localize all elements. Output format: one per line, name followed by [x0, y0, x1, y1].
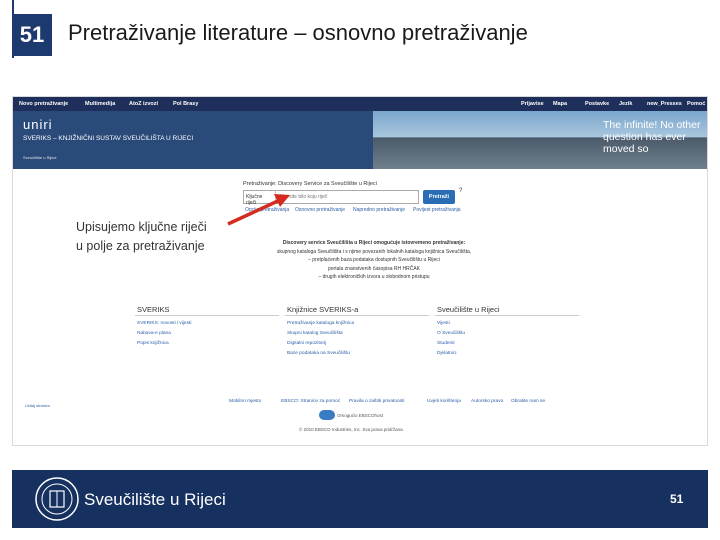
column-link[interactable]: Studenti	[437, 341, 455, 346]
basic-search-link[interactable]: Osnovno pretraživanje	[295, 207, 345, 213]
column-title-university: Sveučilište u Rijeci	[437, 305, 500, 314]
description-line: Discovery service Sveučilišta u Rijeci o…	[282, 240, 466, 246]
banner-slogan: The infinite! No other question has ever…	[603, 119, 701, 155]
footer-link[interactable]: Mobilno mjesto	[229, 399, 261, 404]
help-icon[interactable]: ?	[459, 188, 462, 194]
column-divider	[135, 315, 279, 316]
nav-new-presses[interactable]: new_Presses	[647, 101, 682, 107]
column-title-libraries: Knjižnice SVERIKS-a	[287, 305, 359, 314]
slide-number: 51	[12, 14, 52, 56]
footer-link[interactable]: Pravila o zaštiti privatnosti	[349, 399, 404, 404]
browser-screenshot: Novo pretraživanje Multimedija AtoZ izvo…	[12, 96, 708, 446]
annotation-line: Upisujemo ključne riječi	[76, 220, 207, 234]
description-line: portala znanstvenih časopisa RH HRČAK	[328, 265, 420, 272]
nav-new-search[interactable]: Novo pretraživanje	[19, 101, 68, 107]
reload-link[interactable]: Učitaj stranicu	[25, 403, 50, 408]
footer-link[interactable]: EBSCO: Stranice za pomoć	[281, 399, 340, 404]
column-link[interactable]: Digitalni repozitorij	[287, 341, 326, 346]
search-button[interactable]: Pretraži	[423, 190, 455, 204]
banner-title: SVERIKS – KNJIŽNIČNI SUSTAV SVEUČILIŠTA …	[23, 135, 194, 142]
description-block: Discovery service Sveučilišta u Rijeci o…	[239, 239, 509, 282]
university-seal-icon	[35, 477, 79, 521]
column-link[interactable]: Popis knjižnica	[137, 341, 169, 346]
page-number: 51	[670, 492, 684, 506]
annotation-callout: Upisujemo ključne riječi u polje za pret…	[76, 218, 246, 256]
copyright-text: © 2010 EBSCO Industries, Inc. Sva prava …	[299, 427, 404, 432]
footer-link[interactable]: Autorsko pravo	[471, 399, 503, 404]
banner-small-text: Sveučilište u Rijeci	[23, 155, 57, 160]
footer-bar: Sveučilište u Rijeci 51	[12, 470, 708, 528]
description-line: skupnog kataloga Sveučilišta i s njime p…	[276, 248, 472, 255]
column-link[interactable]: Pretraživanje kataloga knjižnica	[287, 321, 354, 326]
column-link[interactable]: Skupni katalog Sveučilišta	[287, 331, 343, 336]
column-title-sveriks: SVERIKS	[137, 305, 170, 314]
footer-link[interactable]: Uvjeti korištenja	[427, 399, 461, 404]
uniri-logo: uniri	[23, 117, 53, 132]
column-link[interactable]: O Sveučilištu	[437, 331, 465, 336]
slide-title: Pretraživanje literature – osnovno pretr…	[68, 20, 528, 45]
nav-pol-brasy[interactable]: Pol Brasy	[173, 101, 198, 107]
search-input[interactable]	[278, 191, 416, 203]
column-link[interactable]: Djelatnici	[437, 351, 456, 356]
top-navigation-bar: Novo pretraživanje Multimedija AtoZ izvo…	[13, 97, 707, 111]
nav-sign-in[interactable]: Prijavise	[521, 101, 544, 107]
column-link[interactable]: Baze podataka na Sveučilištu	[287, 351, 350, 356]
column-link[interactable]: Vijesti	[437, 321, 450, 326]
nav-language[interactable]: Jezik	[619, 101, 632, 107]
nav-folder[interactable]: Mapa	[553, 101, 567, 107]
search-scope-label: Pretraživanje: Discovery Service za Sveu…	[243, 181, 377, 187]
nav-preferences[interactable]: Postavke	[585, 101, 609, 107]
ebsco-logo	[319, 410, 335, 420]
nav-multimedia[interactable]: Multimedija	[85, 101, 115, 107]
description-line: – pretplaćenih baza podataka dostupnih S…	[308, 257, 440, 263]
annotation-line: u polje za pretraživanje	[76, 239, 205, 253]
advanced-search-link[interactable]: Napredno pretraživanje	[353, 207, 405, 213]
nav-help[interactable]: Pomoć	[687, 101, 705, 107]
description-line: – drugih elektroničkih izvora u slobodno…	[318, 274, 430, 280]
column-link[interactable]: Nabava-e plana	[137, 331, 171, 336]
column-divider	[285, 315, 429, 316]
annotation-arrow	[227, 194, 290, 226]
university-name: Sveučilište u Rijeci	[84, 490, 226, 509]
nav-atoz[interactable]: AtoZ izvozi	[129, 101, 158, 107]
search-history-link[interactable]: Povijest pretraživanja	[413, 207, 461, 213]
footer-link[interactable]: Obratite nam se	[511, 399, 545, 404]
powered-by-text: Omogućio EBSCOhost	[337, 413, 384, 418]
column-link[interactable]: SVERIKS: novosti i vijesti	[137, 321, 191, 326]
column-divider	[435, 315, 579, 316]
